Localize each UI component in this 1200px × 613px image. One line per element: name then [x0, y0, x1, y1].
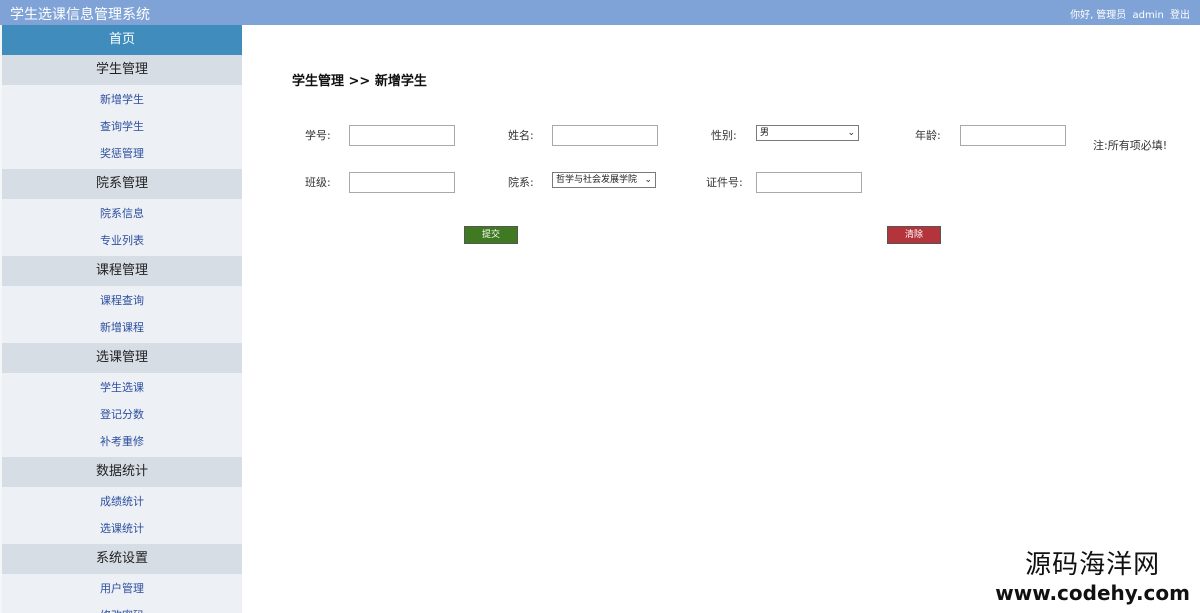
- sidebar-home[interactable]: 首页: [2, 25, 242, 55]
- sidebar: 首页 学生管理 新增学生 查询学生 奖惩管理 院系管理 院系信息 专业列表 课程…: [2, 25, 242, 613]
- department-label: 院系:: [508, 176, 534, 189]
- chevron-down-icon: ⌄: [847, 128, 855, 138]
- watermark-url: www.codehy.com: [995, 581, 1190, 605]
- watermark-name: 源码海洋网: [1025, 550, 1161, 580]
- age-label: 年龄:: [915, 129, 941, 142]
- age-input[interactable]: [960, 125, 1066, 146]
- sidebar-item-add-course[interactable]: 新增课程: [2, 314, 242, 341]
- gender-select[interactable]: 男 ⌄: [756, 125, 859, 141]
- user-role: 管理员: [1096, 10, 1127, 21]
- sidebar-item-score-stats[interactable]: 成绩统计: [2, 488, 242, 515]
- chevron-down-icon: ⌄: [644, 175, 652, 185]
- sidebar-item-retake[interactable]: 补考重修: [2, 428, 242, 455]
- main-content: 学生管理 >> 新增学生 学号: 姓名: 性别: 男 ⌄ 年龄: 注:所有项必填…: [242, 25, 1200, 613]
- sidebar-item-student-selection[interactable]: 学生选课: [2, 374, 242, 401]
- sidebar-item-rewards[interactable]: 奖惩管理: [2, 140, 242, 167]
- class-label: 班级:: [305, 176, 331, 189]
- sidebar-item-add-student[interactable]: 新增学生: [2, 86, 242, 113]
- id-number-input[interactable]: [756, 172, 862, 193]
- sidebar-item-record-scores[interactable]: 登记分数: [2, 401, 242, 428]
- user-area: 你好, 管理员 admin 登出: [1067, 6, 1190, 21]
- top-bar: 学生选课信息管理系统 你好, 管理员 admin 登出: [0, 0, 1200, 25]
- name-label: 姓名:: [508, 129, 534, 142]
- required-note: 注:所有项必填!: [1093, 139, 1168, 152]
- page-title: 学生管理 >> 新增学生: [292, 74, 427, 89]
- sidebar-item-selection-stats[interactable]: 选课统计: [2, 515, 242, 542]
- sidebar-group-course[interactable]: 课程管理: [2, 256, 242, 286]
- id-number-label: 证件号:: [706, 176, 743, 189]
- logout-link[interactable]: 登出: [1170, 10, 1190, 21]
- sidebar-group-statistics[interactable]: 数据统计: [2, 457, 242, 487]
- class-input[interactable]: [349, 172, 455, 193]
- gender-label: 性别:: [711, 129, 737, 142]
- student-no-input[interactable]: [349, 125, 455, 146]
- sidebar-item-query-student[interactable]: 查询学生: [2, 113, 242, 140]
- sidebar-item-user-management[interactable]: 用户管理: [2, 575, 242, 602]
- sidebar-item-department-info[interactable]: 院系信息: [2, 200, 242, 227]
- sidebar-group-selection[interactable]: 选课管理: [2, 343, 242, 373]
- sidebar-group-settings[interactable]: 系统设置: [2, 544, 242, 574]
- submit-button[interactable]: 提交: [464, 226, 518, 244]
- username: admin: [1132, 10, 1164, 21]
- clear-button[interactable]: 清除: [887, 226, 941, 244]
- sidebar-group-department[interactable]: 院系管理: [2, 169, 242, 199]
- student-no-label: 学号:: [305, 129, 331, 142]
- sidebar-group-student[interactable]: 学生管理: [2, 55, 242, 85]
- sidebar-item-change-password[interactable]: 修改密码: [2, 602, 242, 613]
- name-input[interactable]: [552, 125, 658, 146]
- gender-select-value: 男: [760, 128, 770, 138]
- watermark: 源码海洋网 www.codehy.com: [995, 544, 1190, 605]
- department-select-value: 哲学与社会发展学院: [556, 175, 638, 185]
- app-title: 学生选课信息管理系统: [10, 7, 150, 23]
- department-select[interactable]: 哲学与社会发展学院 ⌄: [552, 172, 656, 188]
- sidebar-item-course-query[interactable]: 课程查询: [2, 287, 242, 314]
- sidebar-item-major-list[interactable]: 专业列表: [2, 227, 242, 254]
- greeting-text: 你好,: [1070, 10, 1094, 21]
